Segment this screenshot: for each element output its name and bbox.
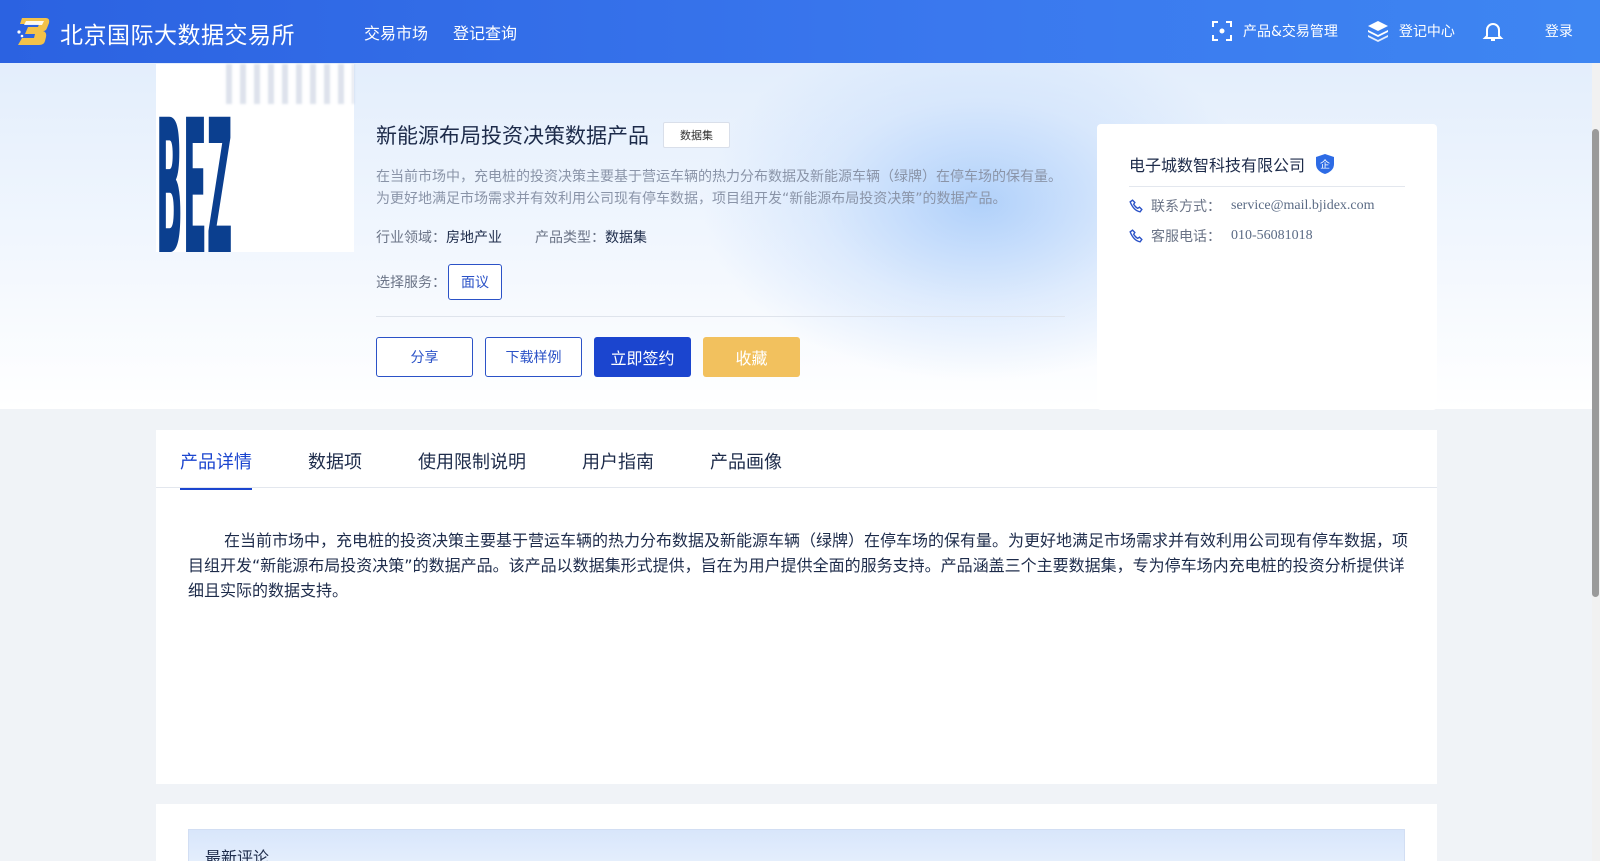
phone-number: 010-56081018	[1231, 228, 1313, 243]
login-link[interactable]: 登录	[1545, 21, 1573, 41]
industry-label: 行业领域：	[376, 230, 446, 246]
nav-registry-query[interactable]: 登记查询	[453, 20, 517, 44]
service-label: 选择服务：	[376, 275, 446, 291]
tab-user-guide[interactable]: 用户指南	[582, 448, 654, 488]
product-image-text: BEZ	[156, 80, 232, 252]
contact-label: 联系方式：	[1151, 199, 1221, 215]
tab-product-portrait[interactable]: 产品画像	[710, 448, 782, 488]
company-card: 电子城数智科技有限公司 企 联系方式： service@mail.bjidex.…	[1097, 124, 1437, 410]
product-type-field: 产品类型：数据集	[535, 227, 647, 247]
hero-divider	[376, 316, 1065, 317]
product-detail-panel: 产品详情 数据项 使用限制说明 用户指南 产品画像 在当前市场中，充电桩的投资决…	[156, 430, 1437, 784]
download-sample-button[interactable]: 下载样例	[485, 337, 582, 377]
enterprise-verified-icon: 企	[1316, 154, 1335, 174]
contact-email-row: 联系方式： service@mail.bjidex.com	[1129, 196, 1375, 216]
company-name-row: 电子城数智科技有限公司 企	[1129, 152, 1335, 176]
product-detail-text: 在当前市场中，充电桩的投资决策主要基于营运车辆的热力分布数据及新能源车辆（绿牌）…	[188, 531, 1409, 600]
comments-title: 最新评论	[205, 848, 270, 861]
tab-product-details[interactable]: 产品详情	[180, 448, 252, 490]
phone-label: 客服电话：	[1151, 229, 1221, 245]
industry-field: 行业领域：房地产业	[376, 227, 502, 247]
detail-tabs: 产品详情 数据项 使用限制说明 用户指南 产品画像	[156, 430, 1437, 490]
product-image: BEZ	[156, 64, 354, 252]
phone-icon	[1129, 199, 1143, 213]
comments-section: 最新评论	[156, 804, 1437, 861]
contact-email[interactable]: service@mail.bjidex.com	[1231, 198, 1375, 214]
product-title: 新能源布局投资决策数据产品	[376, 124, 649, 148]
scrollbar-thumb[interactable]	[1592, 129, 1599, 597]
nav-trading-market[interactable]: 交易市场	[364, 20, 428, 44]
site-title[interactable]: 北京国际大数据交易所	[60, 16, 295, 50]
product-type-value: 数据集	[605, 230, 647, 246]
product-actions: 分享 下载样例 立即签约 收藏	[376, 337, 800, 377]
share-button[interactable]: 分享	[376, 337, 473, 377]
header-actions: 产品&交易管理 登记中心 登录	[1210, 19, 1573, 43]
page-scrollbar[interactable]	[1592, 63, 1600, 861]
contact-phone-row: 客服电话： 010-56081018	[1129, 226, 1313, 246]
bell-icon[interactable]	[1481, 19, 1505, 43]
phone-icon	[1129, 229, 1143, 243]
product-meta: 行业领域：房地产业 产品类型：数据集	[376, 227, 647, 247]
layers-icon	[1367, 21, 1388, 42]
tab-data-items[interactable]: 数据项	[308, 448, 362, 488]
bjidex-logo-icon[interactable]	[16, 14, 52, 48]
company-divider	[1129, 186, 1405, 187]
service-option-negotiable[interactable]: 面议	[448, 264, 502, 300]
company-name[interactable]: 电子城数智科技有限公司	[1129, 152, 1305, 176]
product-trade-management-label: 产品&交易管理	[1243, 24, 1338, 40]
top-navbar: 北京国际大数据交易所 交易市场 登记查询 产品&交易管理 登记中心 登录	[0, 0, 1600, 63]
favorite-button[interactable]: 收藏	[703, 337, 800, 377]
service-selector: 选择服务： 面议	[376, 264, 502, 300]
product-title-row: 新能源布局投资决策数据产品 数据集	[376, 120, 730, 150]
product-type-label: 产品类型：	[535, 230, 605, 246]
product-image-graphic: BEZ	[156, 80, 232, 252]
comments-header: 最新评论	[188, 829, 1405, 861]
product-description: 在当前市场中，充电桩的投资决策主要基于营运车辆的热力分布数据及新能源车辆（绿牌）…	[376, 169, 1062, 207]
scan-icon	[1212, 21, 1232, 41]
main-nav: 交易市场 登记查询	[364, 20, 517, 44]
enterprise-badge-text: 企	[1320, 158, 1330, 171]
tab-usage-restrictions[interactable]: 使用限制说明	[418, 448, 526, 488]
product-type-tag: 数据集	[663, 122, 730, 148]
registry-center-link[interactable]: 登记中心	[1366, 19, 1455, 43]
industry-value: 房地产业	[446, 230, 502, 246]
sign-now-button[interactable]: 立即签约	[594, 337, 691, 377]
registry-center-label: 登记中心	[1398, 24, 1455, 40]
product-trade-management-link[interactable]: 产品&交易管理	[1210, 19, 1338, 43]
